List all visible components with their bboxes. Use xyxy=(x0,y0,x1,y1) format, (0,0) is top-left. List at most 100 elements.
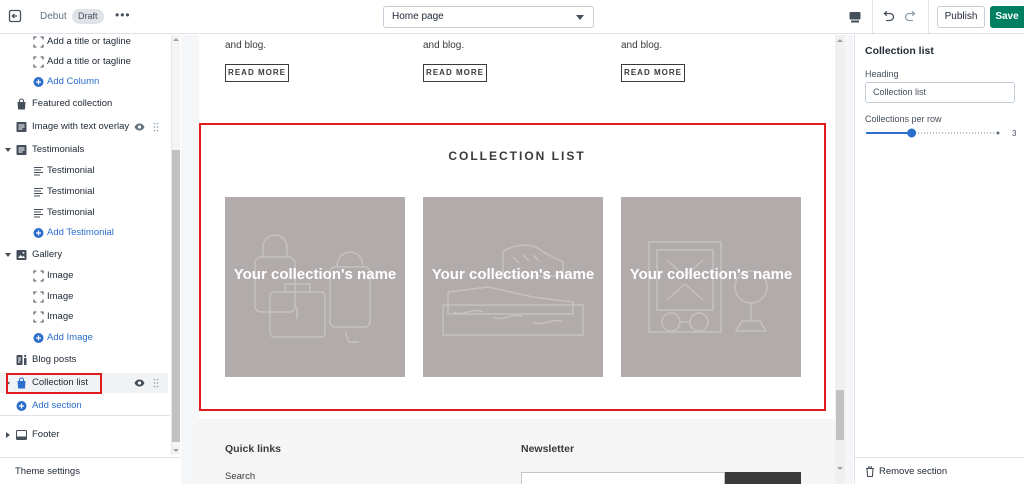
undo-icon[interactable] xyxy=(881,9,895,23)
sidebar-item-testimonial[interactable]: Testimonial xyxy=(0,182,168,202)
eye-icon[interactable] xyxy=(134,378,145,388)
sidebar-item-featured-collection[interactable]: Featured collection xyxy=(0,94,168,114)
scroll-down-arrow-icon[interactable] xyxy=(837,467,843,470)
blog-icon xyxy=(16,354,27,365)
collections-per-row-slider[interactable] xyxy=(866,128,1000,138)
sidebar-scroll-thumb[interactable] xyxy=(172,150,180,442)
sidebar-item-image[interactable]: Image xyxy=(0,307,168,327)
eye-icon[interactable] xyxy=(134,122,145,132)
slider-end-dot xyxy=(996,131,1000,135)
sidebar-item-image[interactable]: Image xyxy=(0,266,168,286)
placeholder-frame-icon xyxy=(33,56,44,68)
add-section-button[interactable]: Add section xyxy=(0,396,168,416)
blog-excerpt: and blog. xyxy=(621,40,663,51)
heading-field-label: Heading xyxy=(865,69,899,79)
publish-button[interactable]: Publish xyxy=(937,6,985,28)
read-more-button[interactable]: READ MORE xyxy=(225,64,289,82)
plus-circle-icon xyxy=(33,77,44,87)
image-icon xyxy=(16,250,27,260)
chevron-right-icon[interactable] xyxy=(6,432,10,438)
shopping-bag-icon xyxy=(17,98,26,110)
sidebar-item-testimonial[interactable]: Testimonial xyxy=(0,203,168,223)
sidebar-item-blog-posts[interactable]: Blog posts xyxy=(0,350,168,370)
top-bar: Debut Draft ••• Home page Publish Save xyxy=(0,0,1024,34)
footer-link[interactable]: Search xyxy=(225,471,255,482)
heading-input[interactable]: Collection list xyxy=(865,82,1015,103)
sidebar-item-footer[interactable]: Footer xyxy=(0,425,168,445)
add-testimonial-button[interactable]: Add Testimonial xyxy=(0,223,168,243)
sidebar-item-image[interactable]: Image xyxy=(0,287,168,307)
blog-excerpt: and blog. xyxy=(423,40,465,51)
remove-section-button[interactable]: Remove section xyxy=(879,466,947,477)
add-column-button[interactable]: Add Column xyxy=(0,72,168,92)
sidebar-item-label: Image with text overlay xyxy=(32,121,130,132)
newsletter-email-input[interactable] xyxy=(521,472,725,484)
page-selector-value: Home page xyxy=(392,11,444,22)
preview-scroll-thumb[interactable] xyxy=(836,390,844,440)
section-settings-panel: Collection list Heading Collection list … xyxy=(854,35,1024,484)
drag-handle-icon[interactable] xyxy=(153,122,159,132)
add-image-label: Add Image xyxy=(47,332,93,343)
sidebar-item-label: Footer xyxy=(32,429,60,440)
plus-circle-icon xyxy=(33,228,44,238)
sidebar-item-label: Image xyxy=(47,270,74,281)
sidebar-item-label: Blog posts xyxy=(32,354,77,365)
sidebar-item-testimonial[interactable]: Testimonial xyxy=(0,161,168,181)
placeholder-frame-icon xyxy=(33,311,44,323)
sidebar-item-title-tagline[interactable]: Add a title or tagline xyxy=(0,35,168,52)
footer-heading-newsletter: Newsletter xyxy=(521,443,575,455)
drag-handle-icon[interactable] xyxy=(153,378,159,388)
save-button[interactable]: Save xyxy=(990,6,1024,28)
settings-panel-footer: Remove section xyxy=(855,457,1024,484)
sidebar-item-label: Testimonial xyxy=(47,186,95,197)
sidebar-item-label: Gallery xyxy=(32,249,63,260)
desktop-preview-icon[interactable] xyxy=(848,10,862,24)
collection-list-highlight xyxy=(6,373,102,394)
footer-heading-quick-links: Quick links xyxy=(225,443,282,455)
text-lines-icon xyxy=(34,187,43,197)
trash-icon[interactable] xyxy=(865,466,875,477)
selected-section-outline xyxy=(199,123,826,411)
scroll-up-arrow-icon[interactable] xyxy=(173,38,179,41)
theme-settings-link[interactable]: Theme settings xyxy=(0,457,180,484)
sidebar-item-label: Testimonial xyxy=(47,165,95,176)
sidebar-item-label: Add a title or tagline xyxy=(47,56,131,67)
footer-icon xyxy=(16,430,27,440)
per-row-value: 3 xyxy=(1012,129,1017,138)
status-badge: Draft xyxy=(72,9,104,24)
add-section-label: Add section xyxy=(32,400,82,411)
theme-name: Debut xyxy=(40,11,67,22)
add-image-button[interactable]: Add Image xyxy=(0,328,168,348)
sidebar-item-gallery[interactable]: Gallery xyxy=(0,245,168,265)
read-more-button[interactable]: READ MORE xyxy=(621,64,685,82)
plus-circle-icon xyxy=(16,401,27,411)
more-actions-icon[interactable]: ••• xyxy=(115,8,131,22)
read-more-button[interactable]: READ MORE xyxy=(423,64,487,82)
page-selector[interactable]: Home page xyxy=(383,6,594,28)
slider-fill xyxy=(866,132,912,134)
chevron-down-icon[interactable] xyxy=(5,253,11,257)
sidebar-item-label: Testimonials xyxy=(32,144,85,155)
text-lines-icon xyxy=(34,208,43,218)
chevron-down-icon[interactable] xyxy=(5,148,11,152)
newsletter-subscribe-button[interactable] xyxy=(725,472,801,484)
sidebar-item-testimonials[interactable]: Testimonials xyxy=(0,140,168,160)
sidebar-item-title-tagline[interactable]: Add a title or tagline xyxy=(0,52,168,72)
settings-panel-title: Collection list xyxy=(865,45,934,57)
redo-icon[interactable] xyxy=(904,9,918,23)
per-row-label: Collections per row xyxy=(865,114,942,124)
slider-knob[interactable] xyxy=(907,128,917,138)
sidebar-item-label: Image xyxy=(47,291,74,302)
scroll-up-arrow-icon[interactable] xyxy=(837,39,843,42)
sidebar-item-image-text-overlay[interactable]: Image with text overlay xyxy=(0,117,168,137)
add-testimonial-label: Add Testimonial xyxy=(47,227,114,238)
exit-icon[interactable] xyxy=(8,9,22,23)
text-block-icon xyxy=(16,145,27,155)
sidebar-item-label: Testimonial xyxy=(47,207,95,218)
add-column-label: Add Column xyxy=(47,76,100,87)
text-lines-icon xyxy=(34,166,43,176)
scroll-down-arrow-icon[interactable] xyxy=(173,449,179,452)
text-block-icon xyxy=(16,122,27,132)
sidebar-item-label: Featured collection xyxy=(32,98,113,109)
divider xyxy=(872,0,873,34)
